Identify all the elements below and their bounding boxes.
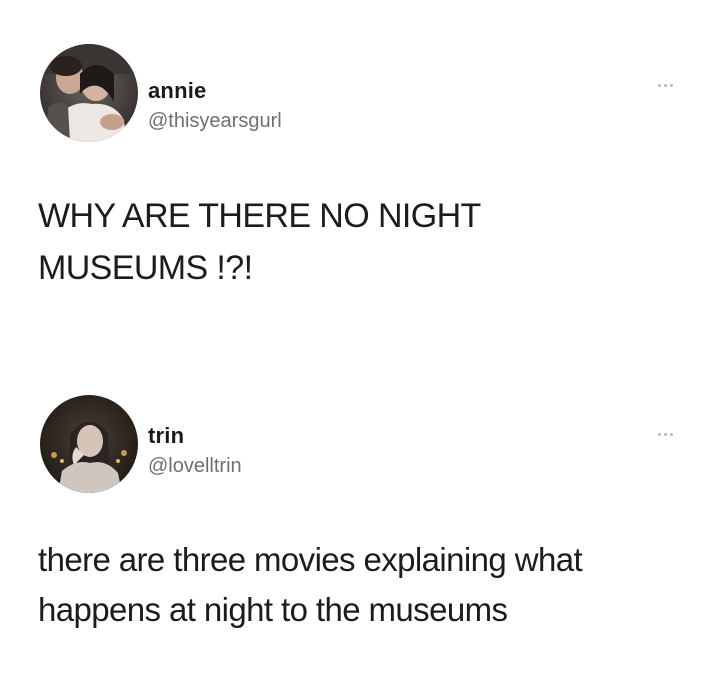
tweet-text-line: there are three movies explaining what <box>38 541 583 578</box>
author-handle[interactable]: @thisyearsgurl <box>148 110 282 133</box>
avatar-photo-trin <box>40 395 138 493</box>
tweet-text-line: MUSEUMS !?! <box>38 249 253 287</box>
avatar-photo-annie <box>40 44 138 142</box>
tweet-text: there are three movies explaining what h… <box>38 535 688 635</box>
more-horizontal-icon[interactable] <box>650 80 680 90</box>
author-handle[interactable]: @lovelltrin <box>148 455 242 478</box>
meme-screenshot: annie @thisyearsgurl WHY ARE THERE NO NI… <box>0 0 716 698</box>
author-name[interactable]: annie <box>148 78 206 104</box>
more-horizontal-icon[interactable] <box>650 429 680 439</box>
tweet-text-line: WHY ARE THERE NO NIGHT <box>38 197 481 235</box>
avatar-annie[interactable] <box>40 44 138 142</box>
tweet-text: WHY ARE THERE NO NIGHT MUSEUMS !?! <box>38 190 688 294</box>
author-name[interactable]: trin <box>148 423 184 449</box>
tweet-text-line: happens at night to the museums <box>38 591 508 628</box>
avatar-trin[interactable] <box>40 395 138 493</box>
